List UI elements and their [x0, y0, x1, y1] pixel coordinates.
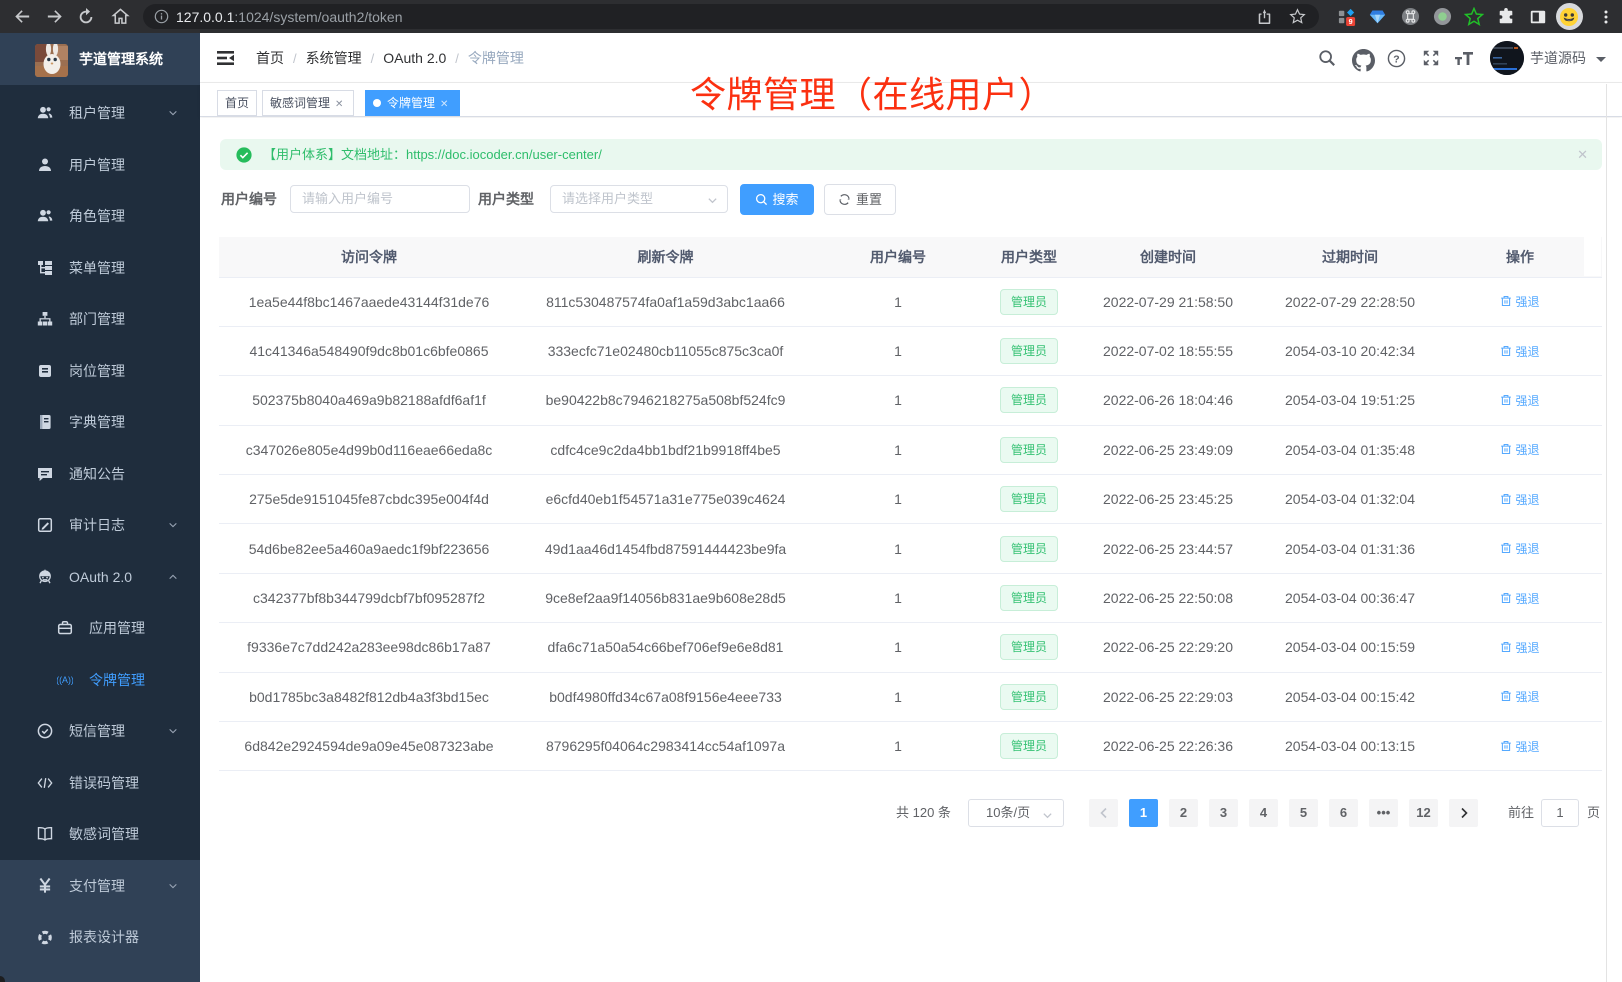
svg-text:?: ? — [1393, 54, 1399, 65]
svg-text:((A)): ((A)) — [57, 675, 73, 685]
svg-text:9: 9 — [1349, 17, 1353, 26]
